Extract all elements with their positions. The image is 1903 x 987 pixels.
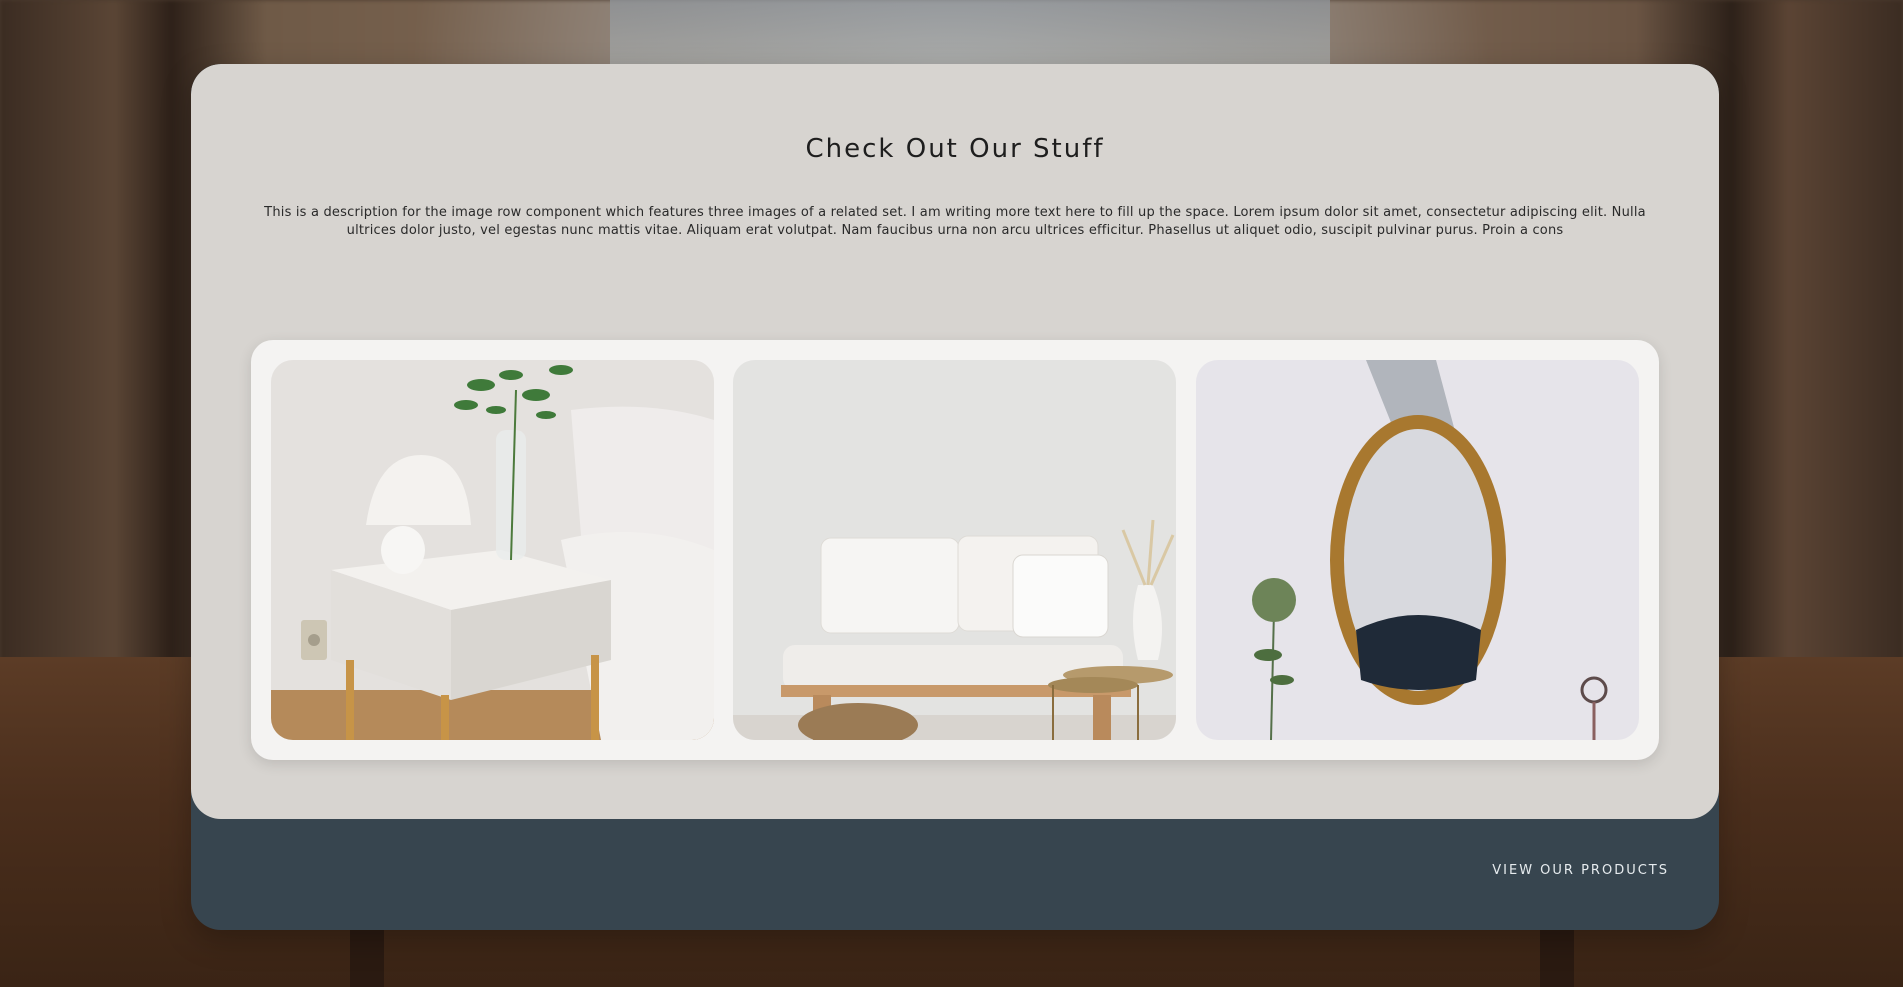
view-products-link[interactable]: VIEW OUR PRODUCTS [1492,863,1669,878]
gallery-image-mirror[interactable] [1196,360,1639,740]
background-easel-leg [350,927,384,987]
image-row [251,340,1659,760]
section-title: Check Out Our Stuff [805,134,1105,164]
background-easel-leg [1540,927,1574,987]
gallery-image-nightstand[interactable] [271,360,714,740]
content-card: Check Out Our Stuff This is a descriptio… [191,64,1719,930]
content-panel: Check Out Our Stuff This is a descriptio… [191,64,1719,819]
section-description: This is a description for the image row … [264,205,1646,238]
background-window [610,0,1330,70]
gallery-image-sofa[interactable] [733,360,1176,740]
